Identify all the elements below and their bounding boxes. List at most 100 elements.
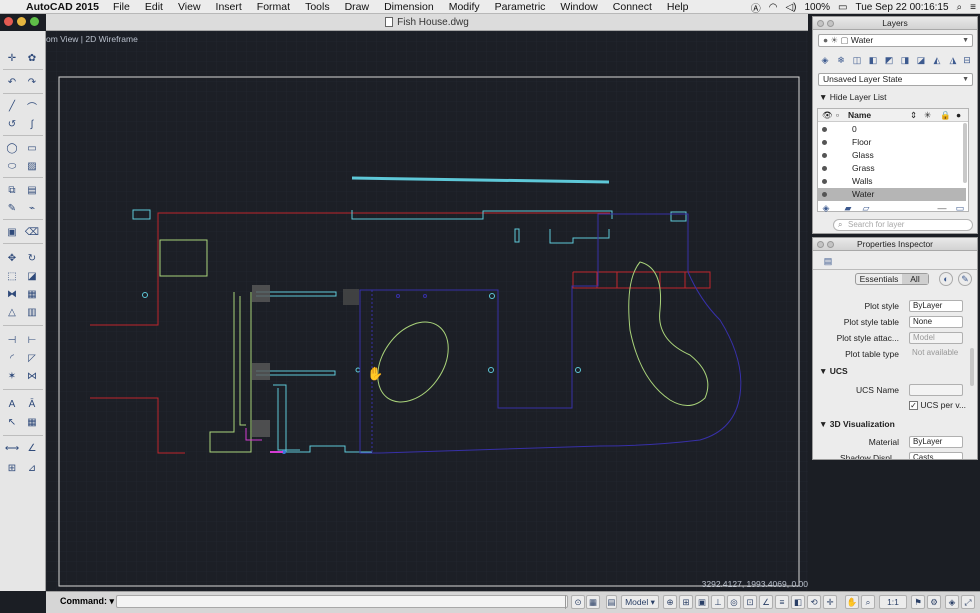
dimension-linear-icon[interactable]: ⟷ xyxy=(3,441,21,455)
snap-icon[interactable]: ⊙ xyxy=(571,595,585,609)
grid-icon[interactable]: ⊕ xyxy=(663,595,677,609)
zoom-button[interactable] xyxy=(30,17,39,26)
fillet-tool-icon[interactable]: ◜ xyxy=(3,351,21,365)
layer-walk-icon[interactable]: ◨ xyxy=(898,53,912,67)
layer-state-dropdown[interactable]: Unsaved Layer State ▼ xyxy=(818,73,973,86)
dimension-angular-icon[interactable]: ∠ xyxy=(23,441,41,455)
isolate-objects-icon[interactable]: ◈ xyxy=(945,595,959,609)
menu-help[interactable]: Help xyxy=(667,1,689,13)
ucs-section-toggle[interactable]: ▼ UCS xyxy=(819,366,848,376)
pickadd-icon[interactable]: ✎ xyxy=(958,272,972,286)
plot-column-icon[interactable]: ● xyxy=(956,110,961,120)
menu-dimension[interactable]: Dimension xyxy=(384,1,434,13)
ucs-per-viewport-checkbox[interactable]: ✓ UCS per v... xyxy=(909,399,975,412)
brush-tool-icon[interactable]: ⌁ xyxy=(23,201,41,215)
circle-tool-icon[interactable]: ◯ xyxy=(3,141,21,155)
zoom-icon[interactable]: ⌕ xyxy=(861,595,875,609)
transparency-icon[interactable]: ◧ xyxy=(791,595,805,609)
redo-icon[interactable]: ↷ xyxy=(23,75,41,89)
menu-tools[interactable]: Tools xyxy=(305,1,330,13)
current-layer-dropdown[interactable]: ● ☀ ▢ Water ▼ xyxy=(818,34,973,47)
visualization-section-toggle[interactable]: ▼ 3D Visualization xyxy=(819,419,895,429)
mirror-tool-icon[interactable]: ⧓ xyxy=(3,287,21,301)
volume-icon[interactable]: ◁) xyxy=(785,2,796,13)
command-label[interactable]: Command: ▾ xyxy=(60,596,114,607)
block-tool-icon[interactable]: ▣ xyxy=(3,225,21,239)
layer-row-walls[interactable]: Walls xyxy=(818,175,966,188)
chamfer-tool-icon[interactable]: ◸ xyxy=(23,351,41,365)
copy-tool-icon[interactable]: ⧉ xyxy=(3,183,21,197)
undo-icon[interactable]: ↶ xyxy=(3,75,21,89)
rotate-tool-icon[interactable]: ↻ xyxy=(23,251,41,265)
panel-close-button[interactable] xyxy=(817,241,824,248)
stretch-tool-icon[interactable]: ◪ xyxy=(23,269,41,283)
menu-connect[interactable]: Connect xyxy=(613,1,652,13)
properties-scrollbar[interactable] xyxy=(970,348,974,386)
ortho-icon[interactable]: ⊥ xyxy=(711,595,725,609)
app-menu[interactable]: AutoCAD 2015 xyxy=(26,1,99,13)
offset-tool-icon[interactable]: ▦ xyxy=(23,287,41,301)
filter-icon[interactable]: ▱ xyxy=(859,201,873,215)
text-tool-icon[interactable]: A xyxy=(3,397,21,411)
quick-properties-icon[interactable]: ▤ xyxy=(821,254,835,268)
menu-window[interactable]: Window xyxy=(560,1,597,13)
annotation-visibility-icon[interactable]: ⚑ xyxy=(911,595,925,609)
palette-icon[interactable]: ▦ xyxy=(586,595,600,609)
snap-grid-icon[interactable]: ⊞ xyxy=(679,595,693,609)
trim-tool-icon[interactable]: ⊣ xyxy=(3,333,21,347)
gizmo-icon[interactable]: ✛ xyxy=(823,595,837,609)
clock[interactable]: Tue Sep 22 00:16:15 xyxy=(856,2,949,13)
clean-screen-icon[interactable]: ⤢ xyxy=(961,595,975,609)
layer-row-floor[interactable]: Floor xyxy=(818,136,966,149)
osnap-icon[interactable]: ⊡ xyxy=(743,595,757,609)
layer-freeze-icon[interactable]: ❄ xyxy=(834,53,848,67)
battery-percent[interactable]: 100% xyxy=(804,2,830,13)
workspace-icon[interactable]: ⚙ xyxy=(927,595,941,609)
table-tool-icon[interactable]: ▦ xyxy=(23,415,41,429)
lineweight-icon[interactable]: ≡ xyxy=(775,595,789,609)
hide-layer-list-toggle[interactable]: ▼ Hide Layer List xyxy=(819,92,886,102)
menu-view[interactable]: View xyxy=(178,1,201,13)
menu-edit[interactable]: Edit xyxy=(145,1,163,13)
wifi-icon[interactable]: ◠ xyxy=(769,2,778,13)
notifications-icon[interactable]: ≡ xyxy=(970,2,976,13)
menu-draw[interactable]: Draw xyxy=(345,1,370,13)
explode-tool-icon[interactable]: ✶ xyxy=(3,369,21,383)
layer-row-grass[interactable]: Grass xyxy=(818,162,966,175)
dimension-radius-icon[interactable]: ⊿ xyxy=(23,461,41,475)
menu-modify[interactable]: Modify xyxy=(449,1,480,13)
shadow-display-select[interactable]: Casts... xyxy=(909,452,963,459)
layer-isolate-icon[interactable]: ◫ xyxy=(850,53,864,67)
layer-search-input[interactable]: ⌕ Search for layer xyxy=(833,219,973,231)
lock-column-icon[interactable]: 🔒 xyxy=(940,110,951,121)
quick-select-icon[interactable]: ◐ xyxy=(939,272,953,286)
mtext-tool-icon[interactable]: Ā xyxy=(23,397,41,411)
adobe-icon[interactable]: Ⓐ xyxy=(751,0,761,15)
select-tool-icon[interactable]: ✛ xyxy=(3,51,21,65)
extend-tool-icon[interactable]: ⊢ xyxy=(23,333,41,347)
viewport-label[interactable]: om View | 2D Wireframe xyxy=(46,34,138,44)
menu-file[interactable]: File xyxy=(113,1,130,13)
align-tool-icon[interactable]: ▥ xyxy=(23,305,41,319)
plot-style-table-select[interactable]: None xyxy=(909,316,963,328)
layer-unlock-icon[interactable]: ◭ xyxy=(930,53,944,67)
material-select[interactable]: ByLayer xyxy=(909,436,963,448)
leader-tool-icon[interactable]: ↖ xyxy=(3,415,21,429)
polyline-tool-icon[interactable]: ⌒ xyxy=(23,99,41,114)
layer-row-glass[interactable]: Glass xyxy=(818,149,966,162)
delete-layer-icon[interactable]: — xyxy=(935,201,949,215)
freeze-column-icon[interactable]: ✳ xyxy=(924,110,931,121)
tab-essentials[interactable]: Essentials xyxy=(856,274,902,284)
command-input[interactable] xyxy=(116,595,568,608)
layer-settings-icon[interactable]: ▭ xyxy=(953,201,967,215)
visibility-column-icon[interactable]: 👁 xyxy=(822,110,833,121)
join-tool-icon[interactable]: ⋈ xyxy=(23,369,41,383)
layer-row-water[interactable]: Water xyxy=(818,188,966,201)
panel-minimize-button[interactable] xyxy=(827,20,834,27)
scale-tool-icon[interactable]: ⬚ xyxy=(3,269,21,283)
panel-minimize-button[interactable] xyxy=(827,241,834,248)
layer-previous-icon[interactable]: ◩ xyxy=(882,53,896,67)
rectangle-tool-icon[interactable]: ▭ xyxy=(23,141,41,155)
panel-close-button[interactable] xyxy=(817,20,824,27)
new-layer-icon[interactable]: ◈ xyxy=(819,201,833,215)
